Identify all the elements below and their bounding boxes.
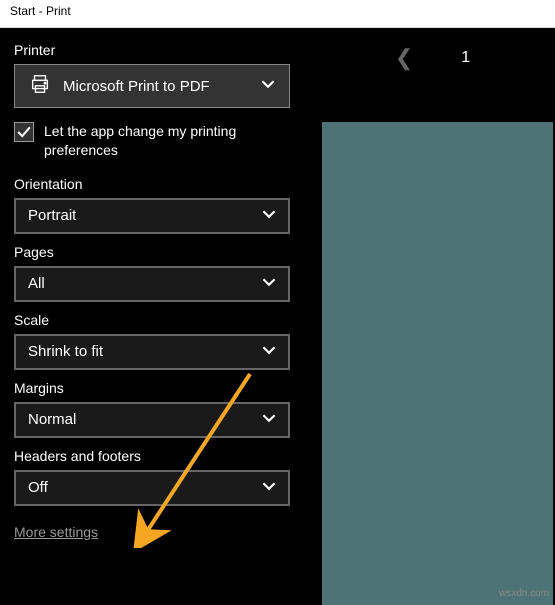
change-preferences-checkbox[interactable]: Let the app change my printing preferenc… xyxy=(14,122,298,160)
printer-label: Printer xyxy=(14,42,298,58)
headers-footers-select[interactable]: Off xyxy=(14,470,290,506)
orientation-value: Portrait xyxy=(28,207,76,224)
orientation-select[interactable]: Portrait xyxy=(14,198,290,234)
preview-canvas xyxy=(322,122,553,605)
more-settings-link[interactable]: More settings xyxy=(14,524,98,540)
window-title: Start - Print xyxy=(0,0,555,28)
scale-value: Shrink to fit xyxy=(28,343,103,360)
pages-select[interactable]: All xyxy=(14,266,290,302)
headers-footers-value: Off xyxy=(28,479,48,496)
chevron-down-icon xyxy=(262,275,276,293)
chevron-down-icon xyxy=(261,77,275,95)
scale-select[interactable]: Shrink to fit xyxy=(14,334,290,370)
chevron-down-icon xyxy=(262,411,276,429)
pages-value: All xyxy=(28,275,45,292)
printer-selected: Microsoft Print to PDF xyxy=(63,78,210,95)
printer-select[interactable]: Microsoft Print to PDF xyxy=(14,64,290,108)
checkbox-label: Let the app change my printing preferenc… xyxy=(44,122,298,160)
margins-value: Normal xyxy=(28,411,76,428)
orientation-label: Orientation xyxy=(14,176,298,192)
chevron-down-icon xyxy=(262,479,276,497)
chevron-down-icon xyxy=(262,343,276,361)
preview-panel: ❮ 1 xyxy=(310,28,555,605)
pages-label: Pages xyxy=(14,244,298,260)
headers-footers-label: Headers and footers xyxy=(14,448,298,464)
margins-select[interactable]: Normal xyxy=(14,402,290,438)
prev-page-arrow[interactable]: ❮ xyxy=(395,45,413,71)
chevron-down-icon xyxy=(262,207,276,225)
checkbox-icon xyxy=(14,122,34,142)
page-number: 1 xyxy=(461,49,470,67)
printer-icon xyxy=(29,73,51,99)
margins-label: Margins xyxy=(14,380,298,396)
watermark: wsxdn.com xyxy=(499,588,549,599)
preview-pagination: ❮ 1 xyxy=(310,28,555,88)
print-settings-panel: Printer Microsoft Print to PDF xyxy=(0,28,310,605)
scale-label: Scale xyxy=(14,312,298,328)
